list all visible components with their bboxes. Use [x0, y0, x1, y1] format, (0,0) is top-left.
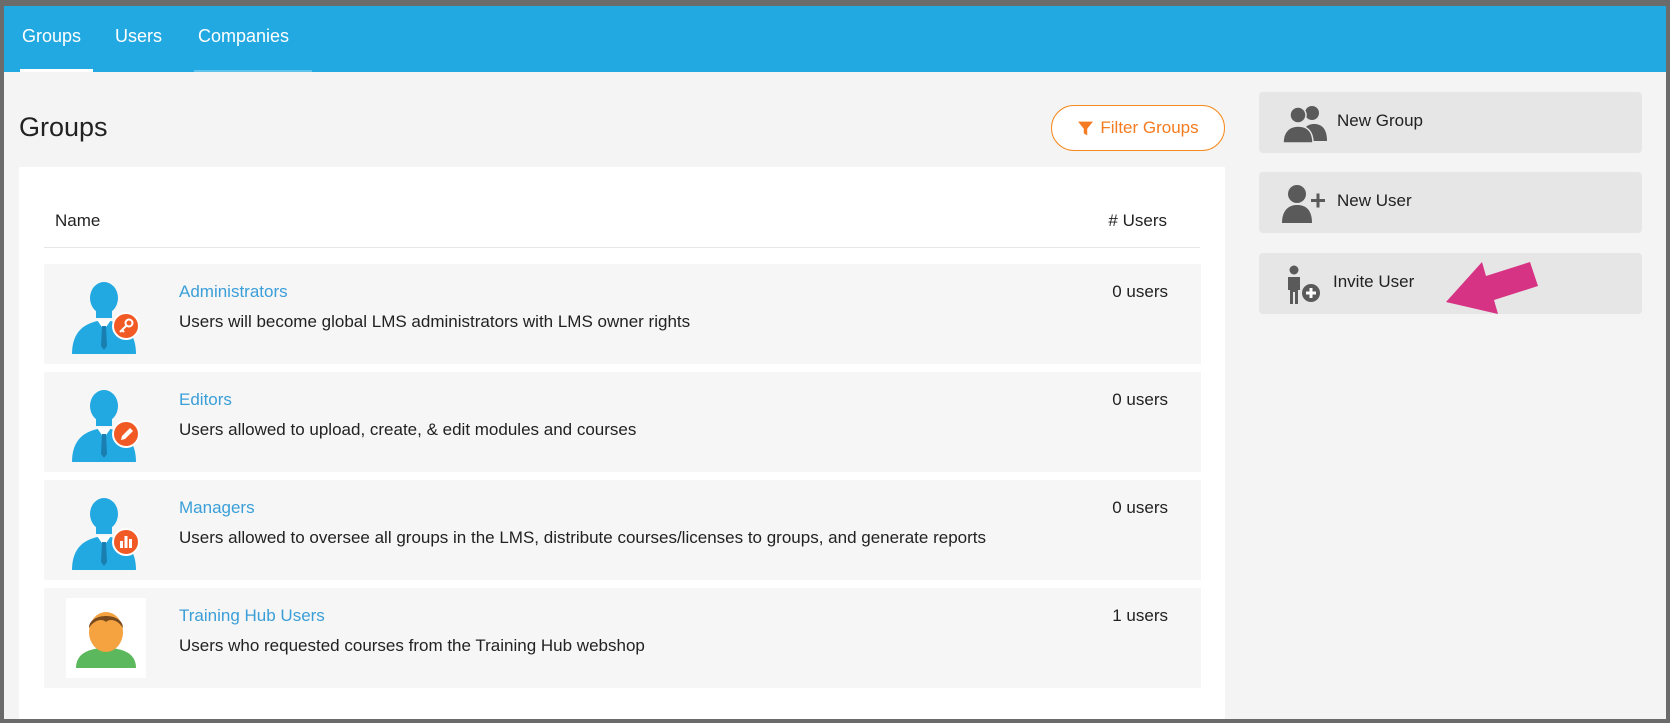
header-divider: [44, 247, 1200, 248]
table-row[interactable]: Managers Users allowed to oversee all gr…: [44, 480, 1201, 580]
person-avatar-icon: [66, 598, 146, 678]
group-description: Users will become global LMS administrat…: [179, 312, 691, 331]
annotation-arrow-icon: [1446, 262, 1538, 314]
tab-groups[interactable]: Groups: [19, 6, 94, 72]
tab-users[interactable]: Users: [115, 6, 162, 72]
editor-pencil-icon: [66, 382, 146, 462]
table-row[interactable]: Administrators Users will become global …: [44, 264, 1201, 364]
group-description: Users allowed to upload, create, & edit …: [179, 420, 637, 439]
filter-icon: [1078, 121, 1094, 135]
group-description: Users who requested courses from the Tra…: [179, 636, 645, 655]
invite-user-icon: [1288, 265, 1320, 304]
group-user-count: 1 users: [1112, 606, 1168, 625]
tab-companies[interactable]: Companies: [198, 6, 289, 72]
admin-key-icon: [66, 274, 146, 354]
group-name-link[interactable]: Editors: [179, 390, 232, 410]
groups-table: Name # Users Administrators Users will b…: [19, 167, 1225, 719]
page-title: Groups: [19, 112, 108, 142]
group-user-count: 0 users: [1112, 498, 1168, 517]
column-header-name: Name: [55, 211, 101, 230]
table-row[interactable]: Editors Users allowed to upload, create,…: [44, 372, 1201, 472]
invite-user-label: Invite User: [1333, 272, 1415, 291]
new-group-label: New Group: [1337, 111, 1423, 130]
new-group-button[interactable]: New Group: [1259, 92, 1642, 153]
group-name-link[interactable]: Managers: [179, 498, 255, 518]
top-nav: Groups Users Companies: [4, 6, 1666, 72]
new-user-button[interactable]: New User: [1259, 172, 1642, 233]
tab-hover-indicator: [194, 70, 312, 72]
group-user-count: 0 users: [1112, 390, 1168, 409]
app-frame: Groups Users Companies Groups Filter Gro…: [0, 0, 1670, 723]
filter-groups-label: Filter Groups: [1100, 118, 1199, 137]
table-row[interactable]: Training Hub Users Users who requested c…: [44, 588, 1201, 688]
column-header-users: # Users: [1108, 211, 1167, 230]
user-add-icon: [1282, 185, 1325, 223]
new-user-label: New User: [1337, 191, 1412, 210]
group-user-count: 0 users: [1112, 282, 1168, 301]
manager-chart-icon: [66, 490, 146, 570]
group-name-link[interactable]: Administrators: [179, 282, 288, 302]
filter-groups-button[interactable]: Filter Groups: [1051, 105, 1225, 151]
group-description: Users allowed to oversee all groups in t…: [179, 528, 986, 547]
group-name-link[interactable]: Training Hub Users: [179, 606, 325, 626]
users-group-icon: [1282, 106, 1327, 143]
